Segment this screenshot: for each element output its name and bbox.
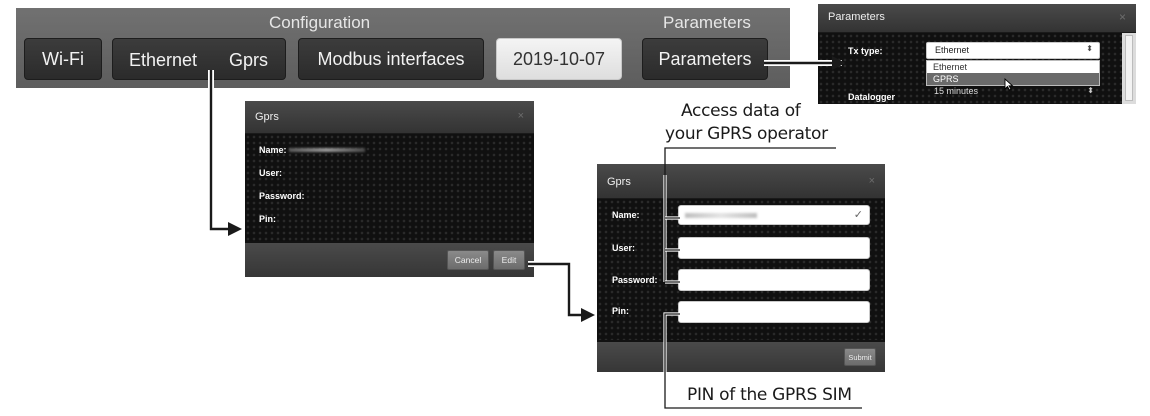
arrowhead-gprs-edit: [581, 308, 595, 322]
arrow-to-gprs-view: [208, 70, 238, 232]
arrowhead-gprs-view: [228, 222, 242, 236]
connector-arrows: [208, 56, 862, 409]
arrowhead-parameters: [832, 56, 846, 70]
access-data-bracket: [664, 147, 836, 175]
pin-bracket: [663, 312, 680, 372]
arrow-to-gprs-edit: [528, 261, 590, 318]
